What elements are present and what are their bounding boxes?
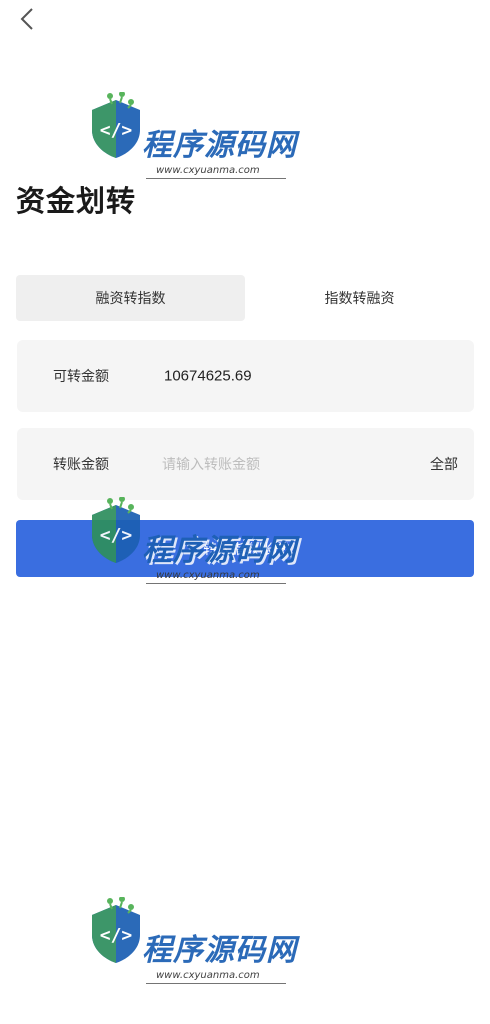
back-button[interactable] (12, 6, 42, 36)
transferable-amount-label: 可转金额 (53, 368, 109, 384)
watermark: </> 程序源码网 www.cxyuanma.com (86, 897, 316, 997)
watermark-line (146, 583, 286, 584)
transferable-amount-card: 可转金额 10674625.69 (17, 340, 474, 412)
transfer-amount-card: 转账金额 全部 (17, 428, 474, 500)
tab-financing-to-index[interactable]: 融资转指数 (16, 275, 245, 321)
watermark-text: 程序源码网 (142, 533, 297, 568)
all-amount-button[interactable]: 全部 (430, 454, 458, 474)
watermark-url: www.cxyuanma.com (156, 970, 260, 981)
watermark-url: www.cxyuanma.com (156, 570, 260, 581)
watermark: </> 程序源码网 www.cxyuanma.com (86, 92, 316, 192)
watermark-text: 程序源码网 (142, 128, 297, 163)
svg-text:</>: </> (100, 525, 133, 546)
watermark-line (146, 983, 286, 984)
svg-text:</>: </> (100, 120, 133, 141)
transferable-amount-value: 10674625.69 (164, 367, 252, 385)
tab-index-to-financing[interactable]: 指数转融资 (245, 275, 474, 321)
watermark-text: 程序源码网 (142, 933, 297, 968)
transfer-amount-label: 转账金额 (53, 456, 109, 472)
transfer-amount-input[interactable] (160, 447, 404, 481)
transfer-direction-tabs: 融资转指数 指数转融资 (16, 275, 474, 321)
watermark: </> 程序源码网 www.cxyuanma.com (86, 497, 316, 597)
watermark-line (146, 178, 286, 179)
svg-text:</>: </> (100, 925, 133, 946)
chevron-left-icon (19, 7, 35, 36)
watermark-url: www.cxyuanma.com (156, 165, 260, 176)
